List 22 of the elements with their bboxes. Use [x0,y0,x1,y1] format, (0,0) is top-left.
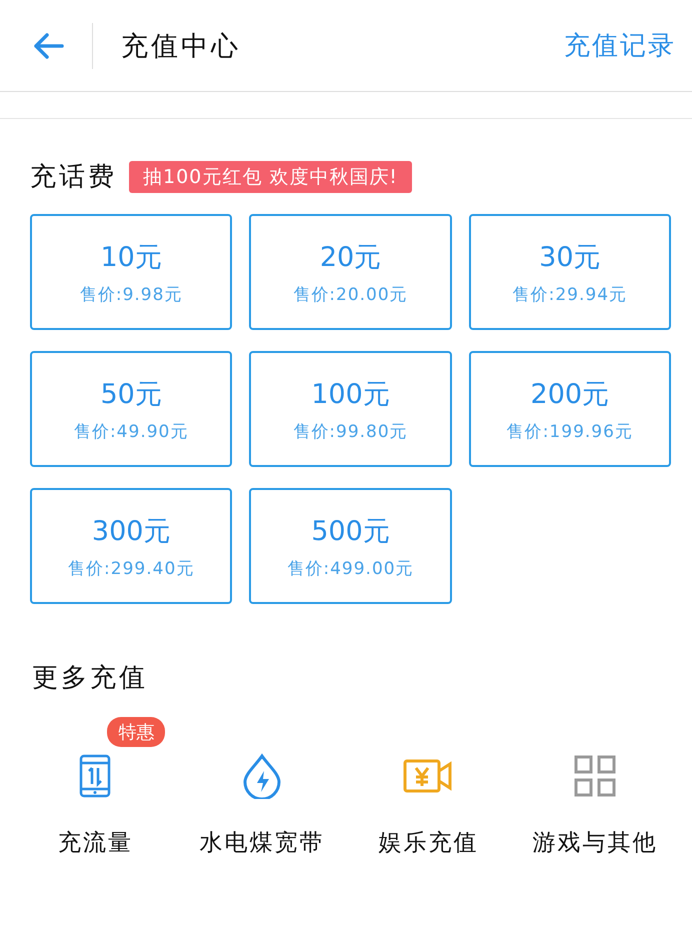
phone-icon [79,754,112,798]
amount-option[interactable]: 300元 售价:299.40元 [30,488,232,604]
service-item[interactable]: 水电煤宽带 [178,751,345,858]
amount-option[interactable]: 50元 售价:49.90元 [30,351,232,467]
amount-option[interactable]: 30元 售价:29.94元 [468,214,671,330]
amount-option[interactable]: 10元 售价:9.98元 [30,214,232,330]
amount-option[interactable]: 20元 售价:20.00元 [249,214,452,330]
recharge-history-link[interactable]: 充值记录 [564,28,676,63]
amount-option[interactable]: 100元 售价:99.80元 [249,351,452,467]
service-item[interactable]: 游戏与其他 [512,751,678,858]
amount-option[interactable]: 200元 售价:199.96元 [468,351,671,467]
back-icon[interactable] [32,32,64,60]
amount-option[interactable]: 500元 售价:499.00元 [249,488,452,604]
section-title: 更多充值 [32,663,148,693]
promo-banner: 抽100元红包 欢度中秋国庆! [129,160,412,192]
water-drop-icon [240,753,283,799]
section-title: 充话费 [30,161,117,194]
page-title: 充值中心 [121,30,241,64]
special-offer-badge: 特惠 [107,717,166,747]
video-camera-icon [403,757,454,795]
grid-icon [574,755,616,797]
service-item[interactable]: 娱乐充值 [345,751,512,858]
